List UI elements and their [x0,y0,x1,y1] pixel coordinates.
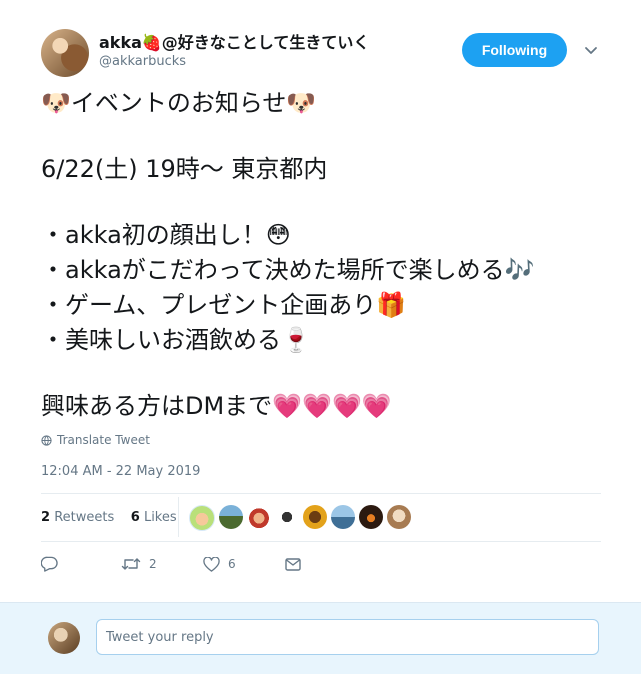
liker-avatar[interactable] [189,505,215,531]
avatar[interactable] [41,29,89,77]
reply-button[interactable] [41,556,121,572]
tweet-actions: 2 6 [41,556,301,572]
divider [41,493,601,494]
tweet-line: ・akka初の顔出し！😳 [41,221,291,249]
tweet-card: akka🍓@好きなことして生きていく @akkarbucks Following… [0,0,641,602]
tweet-line: ・akkaがこだわって決めた場所で楽しめる🎶 [41,256,535,284]
tweet-line: ・美味しいお酒飲める🍷 [41,326,311,354]
tweet-text: 🐶イベントのお知らせ🐶 6/22(土) 19時〜 東京都内 ・akka初の顔出し… [41,86,611,424]
tweet-line [41,187,611,218]
divider [41,541,601,542]
liker-avatar[interactable] [303,505,327,529]
like-button[interactable]: 6 [203,556,285,572]
tweet-timestamp[interactable]: 12:04 AM - 22 May 2019 [41,464,200,479]
likes-stat[interactable]: 6 Likes [131,510,177,525]
reply-icon [41,556,58,572]
following-button[interactable]: Following [462,33,567,67]
stats-separator [178,497,179,537]
heart-icon [203,556,220,572]
chevron-down-icon[interactable] [584,43,598,57]
likes-count: 6 [130,510,140,525]
translate-label: Translate Tweet [57,433,150,447]
tweet-stats: 2 Retweets 6 Likes [41,510,177,525]
envelope-icon [285,557,301,571]
tweet-line: 興味ある方はDMまで💗💗💗💗 [41,392,392,420]
user-handle[interactable]: @akkarbucks [99,54,186,69]
retweets-count: 2 [41,510,51,525]
retweet-icon [121,558,141,570]
liker-avatar[interactable] [275,505,299,529]
reply-input[interactable]: Tweet your reply [96,619,599,655]
reply-bar: Tweet your reply [0,602,641,674]
tweet-line: 6/22(土) 19時〜 東京都内 [41,155,328,183]
user-name-suffix: @好きなことして生きていく [161,33,370,52]
current-user-avatar [48,622,80,654]
retweet-count: 2 [149,557,157,571]
retweets-stat[interactable]: 2 Retweets [41,510,114,525]
retweets-label: Retweets [54,510,115,525]
tweet-line [41,121,611,152]
tweet-line: ・ゲーム、プレゼント企画あり🎁 [41,291,407,319]
user-display-name[interactable]: akka🍓@好きなことして生きていく [99,29,369,53]
liker-avatar[interactable] [387,505,411,529]
reply-placeholder: Tweet your reply [106,629,214,645]
liker-avatars [189,505,411,531]
liker-avatar[interactable] [219,505,243,529]
likes-label: Likes [143,510,177,525]
liker-avatar[interactable] [359,505,383,529]
translate-tweet-link[interactable]: Translate Tweet [41,433,150,447]
globe-icon [41,434,52,446]
direct-message-button[interactable] [285,557,301,571]
tweet-line: 🐶イベントのお知らせ🐶 [41,89,317,117]
liker-avatar[interactable] [247,505,271,529]
strawberry-emoji: 🍓 [141,33,162,52]
tweet-line [41,358,611,389]
user-name-text: akka [99,33,142,52]
liker-avatar[interactable] [331,505,355,529]
retweet-button[interactable]: 2 [121,557,203,571]
like-count: 6 [228,557,236,571]
